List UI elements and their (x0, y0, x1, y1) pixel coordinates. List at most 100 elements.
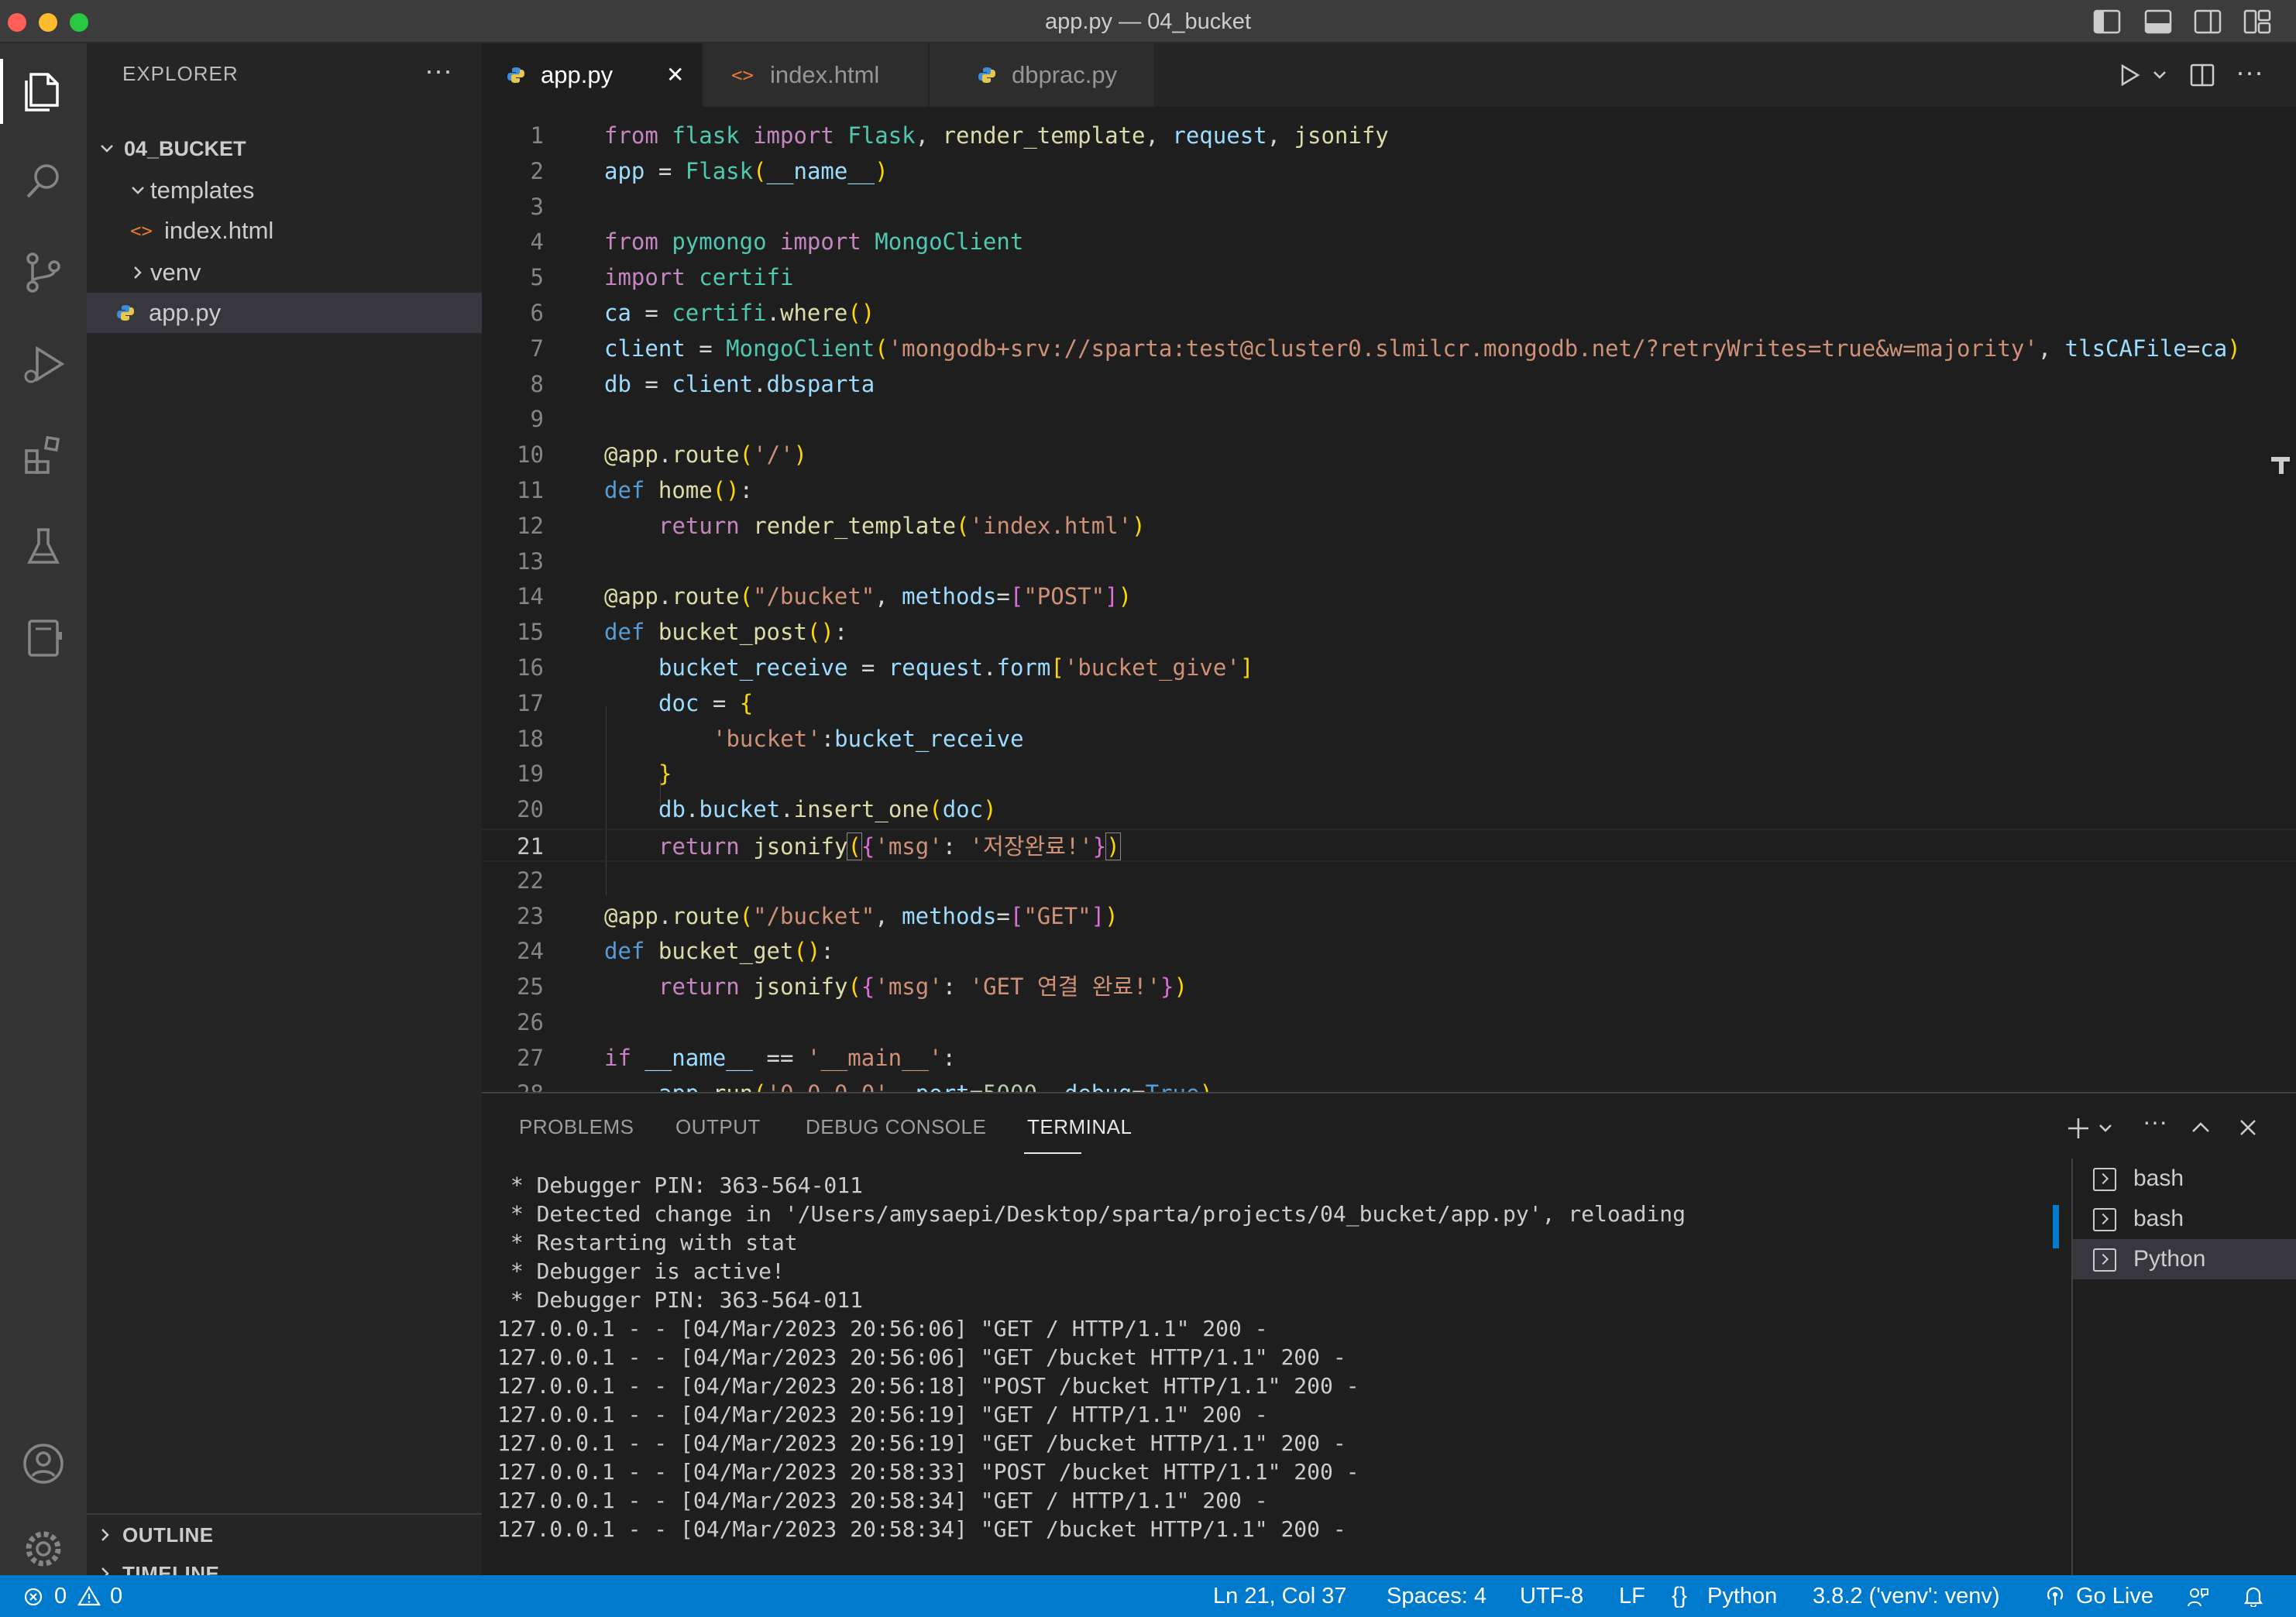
new-terminal-icon[interactable] (2065, 1115, 2091, 1142)
code-editor[interactable]: 1 from flask import Flask, render_templat… (482, 107, 2296, 1092)
token: "/bucket" (753, 583, 875, 610)
terminal-scrollbar[interactable] (2053, 1205, 2059, 1248)
terminal-item-bash[interactable]: bash (2073, 1159, 2296, 1199)
code-line[interactable]: 10 @app.route('/') (482, 438, 2296, 472)
token: = (970, 1080, 983, 1092)
code-line[interactable]: 20 db.bucket.insert_one(doc) (482, 793, 2296, 826)
folder-templates[interactable]: templates (87, 170, 482, 211)
error-count: 0 (54, 1584, 67, 1608)
tab-index-html[interactable]: <> index.html (703, 43, 928, 107)
code-line[interactable]: 7 client = MongoClient('mongodb+srv://spa… (482, 332, 2296, 366)
code-line[interactable]: 24 def bucket_get(): (482, 935, 2296, 968)
feedback-icon[interactable] (2186, 1586, 2209, 1608)
token: app (617, 902, 658, 929)
tab-dbprac-py[interactable]: dbprac.py (930, 43, 1154, 107)
code-line[interactable]: 12 return render_template('index.html') (482, 510, 2296, 543)
account-icon[interactable] (17, 1437, 70, 1490)
code-line[interactable]: 15 def bucket_post(): (482, 616, 2296, 649)
run-python-file-icon[interactable] (2116, 62, 2143, 88)
indentation[interactable]: Spaces: 4 (1387, 1575, 1487, 1617)
python-interpreter[interactable]: 3.8.2 ('venv': venv) (1813, 1575, 2000, 1617)
toggle-primary-sidebar-icon[interactable] (2093, 9, 2121, 34)
code-line[interactable]: 5 import certifi (482, 261, 2296, 294)
notebook-icon[interactable] (17, 612, 70, 664)
tab-debug-console[interactable]: DEBUG CONSOLE (806, 1115, 986, 1139)
token: . (685, 796, 699, 823)
folder-root-label: 04_BUCKET (124, 137, 246, 160)
code-line[interactable]: 6 ca = certifi.where() (482, 297, 2296, 330)
toggle-panel-icon[interactable] (2144, 9, 2172, 34)
tab-output[interactable]: OUTPUT (675, 1115, 761, 1139)
code-line[interactable]: 13 (482, 545, 2296, 578)
token: = (631, 370, 672, 397)
tab-problems[interactable]: PROBLEMS (519, 1115, 634, 1139)
token: { (739, 689, 754, 716)
language-mode[interactable]: Python (1707, 1575, 1777, 1617)
split-editor-icon[interactable] (2189, 62, 2215, 88)
toggle-secondary-sidebar-icon[interactable] (2194, 9, 2222, 34)
code-line[interactable]: 19} (482, 757, 2296, 791)
explorer-icon[interactable] (17, 64, 70, 116)
chevron-down-icon[interactable] (2098, 1123, 2113, 1134)
code-line[interactable]: 4 from pymongo import MongoClient (482, 225, 2296, 259)
notifications-bell-icon[interactable] (2243, 1585, 2263, 1607)
close-panel-icon[interactable] (2239, 1118, 2257, 1137)
warning-icon (77, 1586, 101, 1606)
code-line[interactable]: 23 @app.route("/bucket", methods=["GET"]) (482, 900, 2296, 933)
terminal-item-python[interactable]: Python (2073, 1239, 2296, 1279)
token: route (672, 441, 740, 469)
line-number: 24 (517, 938, 544, 965)
code-line[interactable]: 22 (482, 864, 2296, 898)
file-index-html[interactable]: <> index.html (87, 211, 482, 251)
code-line[interactable]: 26 (482, 1006, 2296, 1039)
code-line[interactable]: 25 return jsonify({'msg': 'GET 연결 완료!'}) (482, 970, 2296, 1004)
line-endings[interactable]: LF (1619, 1575, 1645, 1617)
code-line[interactable]: 14 @app.route("/bucket", methods=["POST"]… (482, 580, 2296, 613)
more-actions-icon[interactable]: ··· (2236, 56, 2263, 88)
extensions-icon[interactable] (17, 429, 70, 482)
close-icon[interactable]: ✕ (666, 43, 684, 107)
run-debug-icon[interactable] (17, 338, 70, 390)
code-line-current[interactable]: 21 return jsonify({'msg': '저장완료!'}) (482, 829, 2296, 862)
tab-terminal[interactable]: TERMINAL (1027, 1115, 1132, 1139)
token: . (699, 1080, 712, 1092)
go-live-button[interactable]: Go Live (2076, 1575, 2153, 1617)
tab-app-py[interactable]: app.py ✕ (482, 43, 702, 107)
language-braces-icon: {} (1672, 1583, 1688, 1608)
terminal-output[interactable]: * Debugger PIN: 363-564-011 * Detected c… (497, 1171, 2047, 1543)
code-line[interactable]: 11 def home(): (482, 474, 2296, 507)
search-icon[interactable] (17, 155, 70, 208)
encoding[interactable]: UTF-8 (1520, 1575, 1583, 1617)
terminal-item-bash[interactable]: bash (2073, 1199, 2296, 1239)
token: MongoClient (726, 335, 875, 362)
customize-layout-icon[interactable] (2243, 9, 2271, 34)
code-line[interactable]: 1 from flask import Flask, render_templat… (482, 119, 2296, 153)
testing-icon[interactable] (17, 520, 70, 573)
source-control-icon[interactable] (17, 246, 70, 299)
more-actions-icon[interactable]: ··· (424, 54, 452, 87)
cursor-position[interactable]: Ln 21, Col 37 (1213, 1575, 1347, 1617)
status-bar: 0 0 Ln 21, Col 37 Spaces: 4 UTF-8 LF {} … (0, 1575, 2296, 1617)
code-line[interactable]: 28app.run('0.0.0.0', port=5000, debug=Tr… (482, 1077, 2296, 1092)
line-number: 11 (517, 477, 544, 503)
code-line[interactable]: 27 if __name__ == '__main__': (482, 1042, 2296, 1075)
code-line[interactable]: 16 bucket_receive = request.form['bucket_… (482, 651, 2296, 685)
code-line[interactable]: 17 doc = { (482, 687, 2296, 720)
maximize-panel-icon[interactable] (2191, 1120, 2211, 1135)
code-line[interactable]: 8 db = client.dbsparta (482, 368, 2296, 401)
more-actions-icon[interactable]: ··· (2143, 1107, 2167, 1136)
folder-root[interactable]: 04_BUCKET (87, 129, 482, 169)
code-line[interactable]: 3 (482, 191, 2296, 224)
code-line[interactable]: 2 app = Flask(__name__) (482, 155, 2296, 188)
token: = (685, 335, 727, 362)
gear-icon[interactable] (17, 1523, 70, 1575)
file-app-py[interactable]: app.py (87, 293, 482, 333)
folder-venv[interactable]: venv (87, 252, 482, 293)
code-line[interactable]: 18 'bucket':bucket_receive (482, 723, 2296, 756)
code-line[interactable]: 9 (482, 403, 2296, 436)
chevron-down-icon[interactable] (2152, 70, 2167, 81)
outline-section[interactable]: OUTLINE (87, 1513, 482, 1553)
